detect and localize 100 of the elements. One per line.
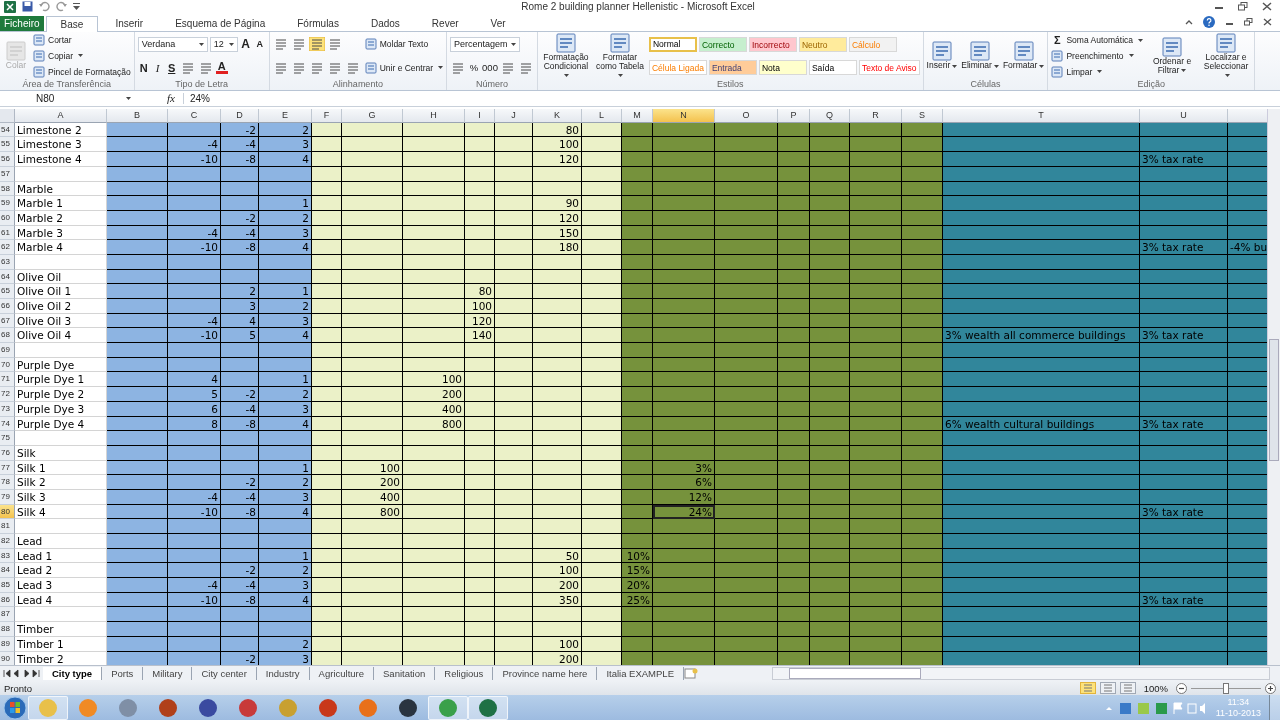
format-button[interactable]: N — [137, 61, 150, 74]
column-header[interactable]: T — [943, 108, 1140, 123]
row-header[interactable]: 68 — [0, 328, 15, 344]
row-header[interactable]: 71 — [0, 372, 15, 388]
column-header[interactable]: P — [778, 108, 810, 123]
ribbon-button[interactable]: Inserir — [926, 41, 958, 71]
formula-field[interactable]: 24% — [183, 92, 1280, 104]
ribbon-tab[interactable]: Inserir — [100, 14, 159, 31]
cell-style[interactable]: Neutro — [798, 36, 847, 52]
name-box[interactable]: N80 — [0, 92, 135, 104]
ribbon-button[interactable]: Limpar — [1051, 65, 1103, 78]
column-header[interactable]: A — [15, 108, 107, 123]
format-button[interactable]: A — [253, 39, 266, 50]
row-header[interactable]: 84 — [0, 563, 15, 579]
table-cell: 140 — [465, 328, 495, 344]
cell-style[interactable]: Entrada — [708, 60, 757, 76]
dropdown-field[interactable]: Percentagem — [450, 36, 521, 52]
window-title: Rome 2 building planner Hellenistic - Microsoft Excel — [520, 1, 756, 13]
column-header[interactable]: C — [168, 108, 221, 123]
column-header[interactable]: G — [342, 108, 403, 123]
column-header[interactable]: J — [495, 108, 533, 123]
table-cell: Lead 2 — [15, 563, 107, 579]
table-cell: -4 — [221, 137, 259, 153]
row-header[interactable]: 56 — [0, 152, 15, 167]
cell-style[interactable]: Saída — [808, 60, 857, 76]
ribbon-button[interactable]: Formatação Condicional — [540, 32, 591, 80]
ribbon-button[interactable]: Copiar — [33, 49, 84, 62]
cell-style[interactable]: Correcto — [698, 36, 747, 52]
cell-style[interactable]: Texto de Aviso — [858, 60, 920, 76]
row-header[interactable]: 65 — [0, 284, 15, 300]
format-button[interactable]: S — [165, 61, 178, 74]
zoom-level[interactable]: 100% — [1143, 682, 1168, 694]
ribbon-button[interactable]: Localizar e Seleccionar — [1201, 32, 1252, 80]
sheet-tab[interactable]: Military — [143, 667, 193, 681]
column-header[interactable]: B — [107, 108, 168, 123]
row-header[interactable]: 62 — [0, 240, 15, 255]
sheet-tab[interactable]: Ports — [102, 667, 144, 681]
sheet-tab[interactable]: Province name here — [493, 667, 598, 681]
ribbon-button[interactable]: Unir e Centrar — [364, 61, 444, 74]
row-header[interactable]: 81 — [0, 519, 15, 535]
column-header[interactable]: E — [259, 108, 312, 123]
format-button[interactable]: 000 — [482, 62, 498, 74]
format-button[interactable]: A — [239, 37, 252, 52]
format-button[interactable]: A — [215, 61, 228, 75]
row-header[interactable]: 78 — [0, 475, 15, 490]
row-header[interactable]: 85 — [0, 578, 15, 593]
table-cell: Purple Dye 1 — [15, 372, 107, 388]
ribbon-button[interactable]: Eliminar — [961, 41, 999, 71]
column-header[interactable]: O — [715, 108, 778, 123]
sheet-tab[interactable]: Agriculture — [309, 667, 375, 681]
cell-style[interactable]: Normal — [648, 36, 697, 52]
insert-function-button[interactable]: fx — [135, 92, 183, 105]
dropdown-field[interactable]: Verdana — [137, 36, 208, 52]
row-header[interactable]: 55 — [0, 137, 15, 153]
ribbon-button[interactable]: Formatar como Tabela — [594, 32, 645, 80]
ribbon-tab[interactable]: Base — [45, 15, 99, 32]
column-header[interactable]: U — [1140, 108, 1228, 123]
dropdown-field[interactable]: 12 — [209, 36, 238, 52]
row-header[interactable]: 87 — [0, 607, 15, 623]
row-header[interactable]: 82 — [0, 534, 15, 549]
ribbon-button[interactable]: Moldar Texto — [364, 38, 429, 51]
file-tab[interactable]: Ficheiro — [0, 15, 44, 31]
ribbon-tab[interactable]: Dados — [355, 14, 415, 31]
column-header[interactable]: I — [465, 108, 495, 123]
ribbon-button[interactable]: Ordenar e Filtrar — [1147, 36, 1198, 75]
ribbon-button[interactable]: Σ Soma Automática — [1051, 34, 1144, 47]
ribbon-button[interactable]: Cortar — [33, 34, 72, 47]
column-header[interactable]: K — [533, 108, 582, 123]
ribbon-button[interactable]: Formatar — [1002, 41, 1045, 71]
column-header[interactable]: R — [850, 108, 902, 123]
ribbon-tab[interactable]: Rever — [416, 14, 474, 31]
sheet-tab[interactable]: Sanitation — [374, 667, 436, 681]
sheet-tab[interactable]: City center — [192, 667, 257, 681]
format-button[interactable]: I — [151, 61, 164, 74]
format-button[interactable]: % — [468, 62, 481, 74]
cell-style[interactable]: Nota — [758, 60, 807, 76]
column-header[interactable]: D — [221, 108, 259, 123]
column-header[interactable]: H — [403, 108, 465, 123]
row-header[interactable]: 66 — [0, 299, 15, 314]
table-cell: Olive Oil 1 — [15, 284, 107, 300]
cell-style[interactable]: Incorrecto — [748, 36, 797, 52]
sheet-tab[interactable]: City type — [43, 667, 103, 681]
sheet-tab[interactable]: Religious — [435, 667, 494, 681]
row-header[interactable]: 88 — [0, 622, 15, 637]
row-header[interactable]: 69 — [0, 343, 15, 358]
ribbon-button[interactable]: Preenchimento — [1051, 49, 1134, 62]
column-header[interactable]: F — [312, 108, 342, 123]
ribbon-button[interactable]: Pincel de Formatação — [33, 65, 131, 78]
column-header[interactable]: L — [582, 108, 622, 123]
column-header[interactable]: S — [902, 108, 943, 123]
row-header[interactable]: 59 — [0, 196, 15, 211]
ribbon-tab[interactable]: Ver — [475, 14, 521, 31]
sheet-tab[interactable]: Industry — [256, 667, 310, 681]
ribbon-tab[interactable]: Esquema de Página — [160, 14, 281, 31]
column-header[interactable]: N — [653, 108, 715, 123]
row-header[interactable]: 75 — [0, 431, 15, 446]
row-header[interactable]: 72 — [0, 387, 15, 402]
ribbon-tab[interactable]: Fórmulas — [282, 14, 354, 31]
column-header[interactable]: M — [622, 108, 653, 123]
column-header[interactable]: Q — [810, 108, 850, 123]
